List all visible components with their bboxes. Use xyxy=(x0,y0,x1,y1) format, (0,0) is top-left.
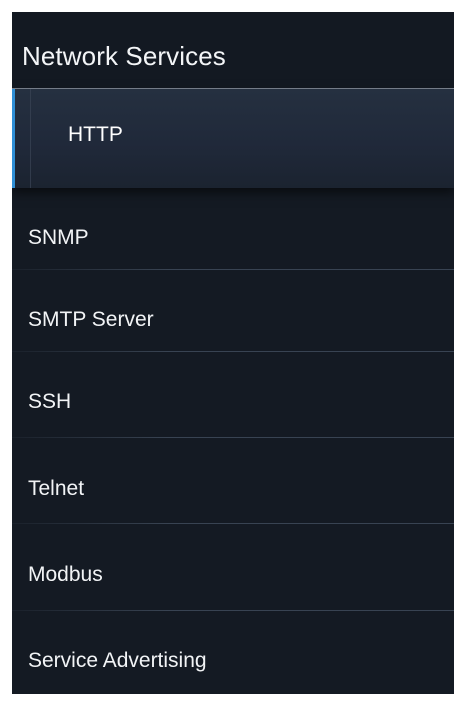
menu-item-snmp[interactable]: SNMP xyxy=(12,189,454,269)
network-services-menu: HTTP SNMP SMTP Server SSH Telnet Modbus … xyxy=(12,89,454,694)
menu-item-ssh[interactable]: SSH xyxy=(12,352,454,437)
active-indicator xyxy=(12,89,15,188)
network-services-panel: Network Services HTTP SNMP SMTP Server S… xyxy=(12,12,454,694)
menu-item-label: SNMP xyxy=(28,226,89,249)
menu-item-modbus[interactable]: Modbus xyxy=(12,524,454,610)
menu-item-label: Telnet xyxy=(28,477,85,500)
menu-item-http[interactable]: HTTP xyxy=(12,89,454,188)
menu-item-label: SMTP Server xyxy=(28,308,154,331)
menu-item-label: Modbus xyxy=(28,563,103,586)
menu-item-smtp-server[interactable]: SMTP Server xyxy=(12,270,454,351)
menu-item-label: HTTP xyxy=(68,123,123,146)
panel-header: Network Services xyxy=(12,12,454,89)
active-item-edge xyxy=(30,89,31,188)
menu-item-service-advertising[interactable]: Service Advertising xyxy=(12,611,454,694)
menu-item-label: Service Advertising xyxy=(28,649,207,672)
menu-item-label: SSH xyxy=(28,390,72,413)
panel-title: Network Services xyxy=(22,41,226,71)
menu-item-telnet[interactable]: Telnet xyxy=(12,438,454,523)
